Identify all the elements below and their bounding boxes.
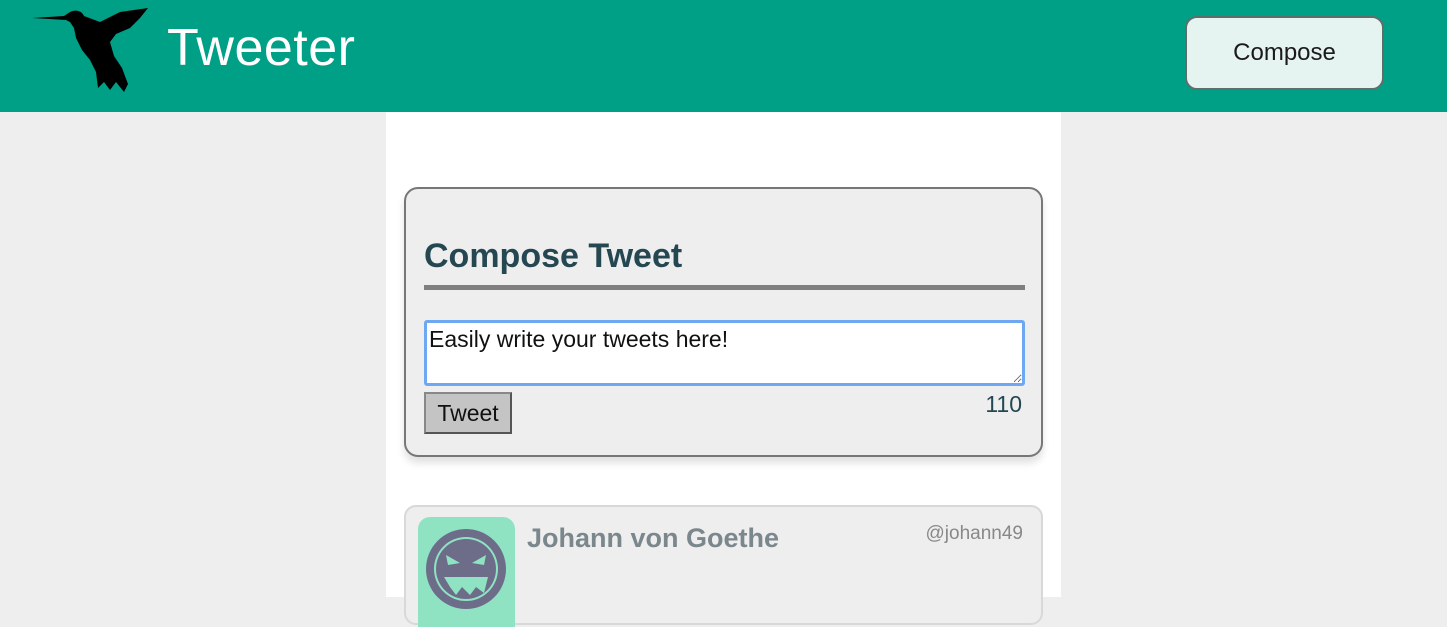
avatar [418,517,515,627]
app-brand[interactable]: Tweeter [167,18,355,78]
tweet-button[interactable]: Tweet [424,392,512,434]
main-column: Compose Tweet Tweet 110 Johann von Goeth… [386,112,1061,627]
tweet-card: Johann von Goethe @johann49 [404,505,1043,627]
tweet-input[interactable] [424,320,1025,386]
compose-title: Compose Tweet [424,237,683,275]
devil-face-avatar-icon [426,529,506,609]
tweet-author-handle: @johann49 [925,523,1023,544]
char-counter: 110 [985,391,1022,417]
hummingbird-icon [32,8,148,92]
tweet-author-name: Johann von Goethe [527,523,780,553]
compose-divider [424,285,1025,290]
compose-tweet-panel: Compose Tweet Tweet 110 [404,187,1043,457]
top-nav-bar: Tweeter Compose [0,0,1447,112]
compose-button[interactable]: Compose [1185,16,1384,90]
